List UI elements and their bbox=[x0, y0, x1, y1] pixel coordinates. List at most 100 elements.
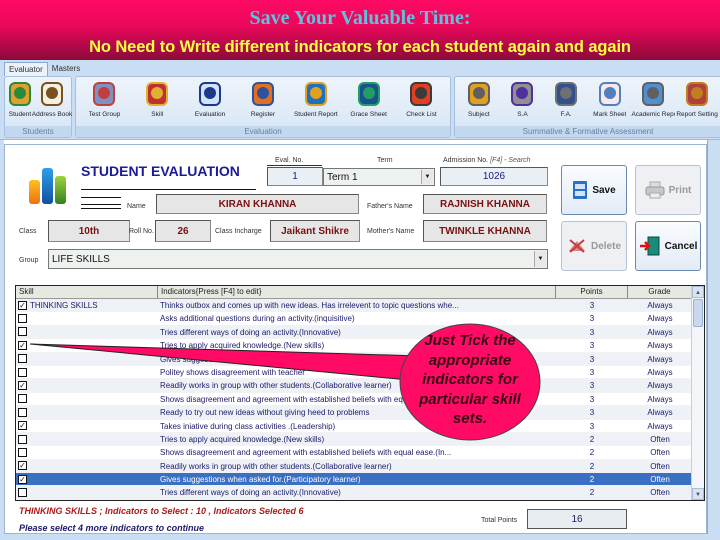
points-cell: 3 bbox=[589, 394, 595, 404]
roll-no-field[interactable]: 26 bbox=[155, 220, 211, 242]
indicator-checkbox[interactable] bbox=[18, 434, 27, 444]
grade-cell: Always bbox=[647, 381, 673, 391]
name-field[interactable]: KIRAN KHANNA bbox=[156, 194, 359, 214]
clipboard-icon bbox=[39, 79, 65, 109]
grade-cell: Often bbox=[650, 488, 670, 498]
skill-cell: ✓ bbox=[16, 339, 158, 351]
indicator-checkbox[interactable]: ✓ bbox=[18, 381, 27, 391]
ribbon-button-skill[interactable]: Skill bbox=[138, 79, 176, 125]
ribbon-group-evaluation: Test Group Skill Evaluation Register Student… bbox=[75, 76, 451, 138]
print-button[interactable]: Print bbox=[635, 165, 701, 215]
scroll-down-icon[interactable]: ▼ bbox=[692, 488, 704, 500]
ribbon-button-student-report[interactable]: Student Report bbox=[294, 79, 338, 125]
cancel-button[interactable]: Cancel bbox=[635, 221, 701, 271]
column-header-grade[interactable]: Grade bbox=[628, 286, 692, 298]
clipboard-sheet-icon bbox=[597, 79, 623, 109]
skill-name: THINKING SKILLS bbox=[30, 300, 98, 310]
table-row[interactable]: Shows disagreement and agreement with es… bbox=[16, 446, 704, 460]
admission-no-field[interactable]: 1026 bbox=[440, 167, 548, 186]
indicator-checkbox[interactable] bbox=[18, 447, 27, 457]
class-field[interactable]: 10th bbox=[48, 220, 130, 242]
save-label: Save bbox=[592, 184, 616, 196]
ribbon-button-register[interactable]: Register bbox=[244, 79, 282, 125]
table-row[interactable]: Tries different ways of doing an activit… bbox=[16, 325, 704, 340]
group-dropdown[interactable]: LIFE SKILLS ▼ bbox=[48, 249, 548, 269]
indicator-checkbox[interactable]: ✓ bbox=[18, 421, 27, 431]
indicator-cell[interactable]: Shows disagreement and agreement with es… bbox=[158, 446, 556, 458]
table-row[interactable]: ✓ Gives suggestions when asked for.(Parti… bbox=[16, 473, 704, 487]
indicator-cell[interactable]: Tries to apply acquired knowledge.(New s… bbox=[158, 433, 556, 445]
scroll-up-icon[interactable]: ▲ bbox=[692, 286, 704, 298]
indicator-checkbox[interactable] bbox=[18, 314, 27, 324]
ribbon-button-test-group[interactable]: Test Group bbox=[85, 79, 123, 125]
delete-button[interactable]: Delete bbox=[561, 221, 627, 271]
indicator-cell[interactable]: Readily works in group with other studen… bbox=[158, 460, 556, 472]
class-incharge-field[interactable]: Jaikant Shikre bbox=[270, 220, 360, 242]
skill-cell bbox=[16, 406, 158, 418]
banner-subtitle: No Need to Write different indicators fo… bbox=[89, 38, 631, 56]
table-row[interactable]: Shows disagreement and agreement with es… bbox=[16, 393, 704, 407]
term-dropdown[interactable]: Term 1 ▼ bbox=[323, 168, 435, 186]
table-row[interactable]: Tries to apply acquired knowledge.(New s… bbox=[16, 432, 704, 447]
grid-body: ✓ THINKING SKILLS Thinks outbox and comes … bbox=[16, 299, 704, 500]
ribbon-button-student[interactable]: Student bbox=[7, 79, 33, 125]
tab-evaluator[interactable]: Evaluator bbox=[4, 62, 48, 76]
column-header-indicators[interactable]: Indicators{Press [F4] to edit} bbox=[158, 286, 556, 298]
indicator-checkbox[interactable] bbox=[18, 327, 27, 337]
indicator-checkbox[interactable]: ✓ bbox=[18, 340, 27, 350]
table-row[interactable]: ✓ Tries to apply acquired knowledge.(New … bbox=[16, 339, 704, 353]
table-row[interactable]: Tries different ways of doing an activit… bbox=[16, 486, 704, 500]
indicator-checkbox[interactable] bbox=[18, 367, 27, 377]
indicator-cell[interactable]: Thinks outbox and comes up with new idea… bbox=[158, 299, 556, 311]
ribbon-button-evaluation[interactable]: Evaluation bbox=[191, 79, 229, 125]
selection-hint: Please select 4 more indicators to conti… bbox=[19, 523, 205, 533]
fathers-name-field[interactable]: RAJNISH KHANNA bbox=[423, 194, 547, 214]
ribbon-button-address-book[interactable]: Address Book bbox=[32, 79, 72, 125]
table-row[interactable]: ✓ THINKING SKILLS Thinks outbox and comes … bbox=[16, 299, 704, 313]
chevron-down-icon[interactable]: ▼ bbox=[534, 251, 546, 267]
ribbon-button-academic-report[interactable]: Academic Report bbox=[631, 79, 675, 125]
indicator-checkbox[interactable] bbox=[18, 488, 27, 498]
indicator-checkbox[interactable]: ✓ bbox=[18, 474, 27, 484]
points-cell: 3 bbox=[589, 408, 595, 418]
table-row[interactable]: Ready to try out new ideas without givin… bbox=[16, 406, 704, 420]
ribbon-button-label: Academic Report bbox=[631, 111, 675, 118]
column-header-skill[interactable]: Skill bbox=[16, 286, 158, 298]
chevron-down-icon[interactable]: ▼ bbox=[421, 170, 433, 184]
indicator-checkbox[interactable] bbox=[18, 407, 27, 417]
ribbon-button-report-setting[interactable]: Report Setting bbox=[676, 79, 718, 125]
camcorder-icon bbox=[553, 79, 579, 109]
ribbon-button-mark-sheet[interactable]: Mark Sheet bbox=[591, 79, 629, 125]
eval-no-field[interactable]: 1 bbox=[267, 167, 323, 186]
ribbon-button-grace-sheet[interactable]: Grace Sheet bbox=[350, 79, 388, 125]
points-cell: 3 bbox=[589, 314, 595, 324]
ribbon-button-f-a-[interactable]: F.A. bbox=[547, 79, 585, 125]
cancel-label: Cancel bbox=[664, 240, 698, 252]
table-row[interactable]: ✓ Readily works in group with other stude… bbox=[16, 379, 704, 393]
indicator-cell[interactable]: Tries different ways of doing an activit… bbox=[158, 486, 556, 498]
vertical-scrollbar[interactable]: ▲ ▼ bbox=[691, 286, 704, 500]
grade-cell: Always bbox=[647, 354, 673, 364]
table-row[interactable]: ✓ Readily works in group with other stude… bbox=[16, 459, 704, 474]
table-row[interactable]: Asks additional questions during an acti… bbox=[16, 312, 704, 326]
tab-masters[interactable]: Masters bbox=[48, 62, 84, 76]
skill-cell: ✓ bbox=[16, 420, 158, 432]
save-button[interactable]: Save bbox=[561, 165, 627, 215]
term-value: Term 1 bbox=[327, 171, 358, 183]
table-row[interactable]: Gives suggestions when asked for.(Partic… bbox=[16, 352, 704, 366]
ribbon-button-subject[interactable]: Subject bbox=[460, 79, 498, 125]
table-row[interactable]: ✓ Takes iniative during class activities … bbox=[16, 420, 704, 433]
ribbon-button-check-list[interactable]: Check List bbox=[402, 79, 440, 125]
mothers-name-field[interactable]: TWINKLE KHANNA bbox=[423, 220, 547, 242]
indicator-checkbox[interactable]: ✓ bbox=[18, 300, 27, 310]
indicator-checkbox[interactable]: ✓ bbox=[18, 461, 27, 471]
skill-cell bbox=[16, 366, 158, 378]
table-row[interactable]: Politey shows disagreement with teacher 3… bbox=[16, 366, 704, 380]
indicator-cell[interactable]: Asks additional questions during an acti… bbox=[158, 312, 556, 324]
indicator-cell[interactable]: Gives suggestions when asked for.(Partic… bbox=[158, 473, 556, 485]
scroll-thumb[interactable] bbox=[693, 299, 703, 327]
indicator-checkbox[interactable] bbox=[18, 354, 27, 364]
ribbon-button-s-a[interactable]: S.A bbox=[503, 79, 541, 125]
indicator-checkbox[interactable] bbox=[18, 394, 27, 404]
column-header-points[interactable]: Points bbox=[556, 286, 628, 298]
